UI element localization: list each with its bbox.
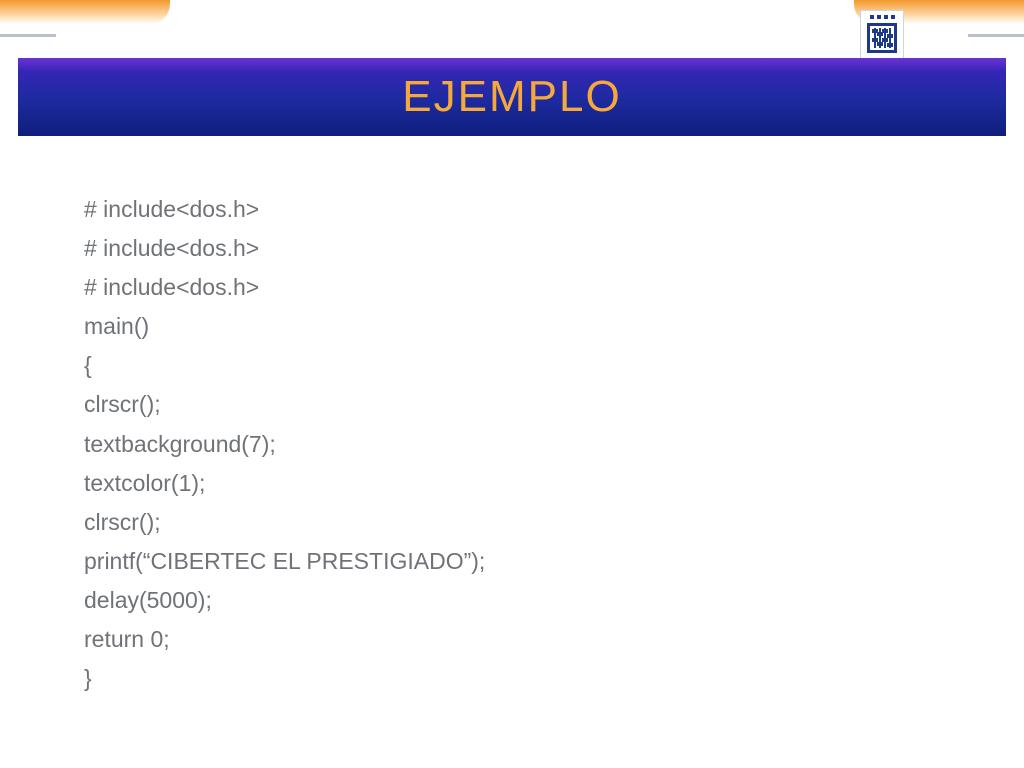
- code-line: }: [84, 659, 964, 698]
- code-line: {: [84, 346, 964, 385]
- accent-line-left: [0, 34, 56, 37]
- code-line: # include<dos.h>: [84, 268, 964, 307]
- code-line: # include<dos.h>: [84, 229, 964, 268]
- code-line: # include<dos.h>: [84, 190, 964, 229]
- title-bar: EJEMPLO: [18, 58, 1006, 136]
- code-line: return 0;: [84, 620, 964, 659]
- abacus-icon: [867, 23, 897, 53]
- code-content: # include<dos.h> # include<dos.h> # incl…: [84, 190, 964, 698]
- code-line: delay(5000);: [84, 581, 964, 620]
- abacus-logo: [860, 10, 904, 62]
- code-line: textbackground(7);: [84, 425, 964, 464]
- code-line: textcolor(1);: [84, 464, 964, 503]
- accent-line-right: [968, 34, 1024, 37]
- code-line: printf(“CIBERTEC EL PRESTIGIADO”);: [84, 542, 964, 581]
- top-strip-left: [0, 0, 170, 24]
- code-line: clrscr();: [84, 385, 964, 424]
- logo-dots: [870, 15, 895, 19]
- code-line: main(): [84, 307, 964, 346]
- slide-title: EJEMPLO: [402, 72, 621, 122]
- code-line: clrscr();: [84, 503, 964, 542]
